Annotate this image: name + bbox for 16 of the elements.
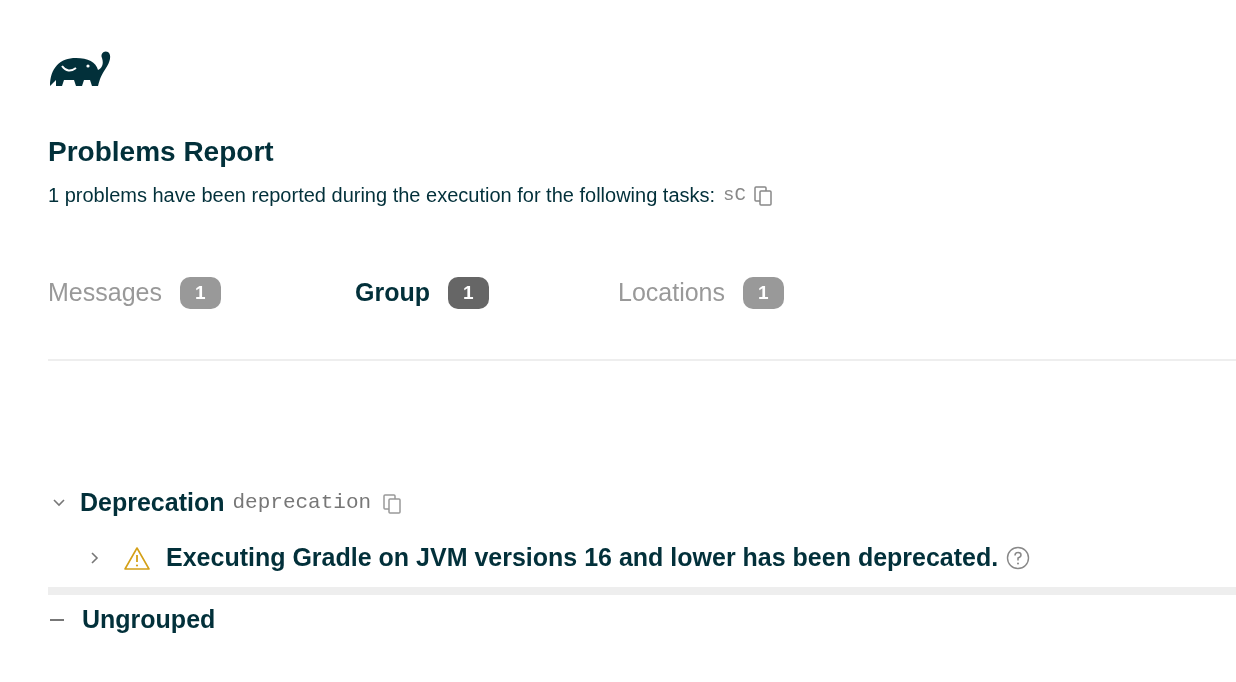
count-badge: 1 <box>448 277 489 309</box>
report-title: Problems Report <box>48 135 274 169</box>
problem-message[interactable]: Executing Gradle on JVM versions 16 and lower has been deprecated. <box>166 539 999 577</box>
help-icon[interactable] <box>1006 546 1031 570</box>
group-label[interactable]: Ungrouped <box>82 601 216 639</box>
summary-text: 1 problems have been reported during the execution for the following tasks: <box>48 183 716 208</box>
dash-icon <box>50 619 64 621</box>
warning-icon <box>124 545 150 571</box>
copy-icon[interactable] <box>383 492 402 514</box>
group-label[interactable]: Deprecation <box>80 484 225 522</box>
tab[interactable]: Group 1 <box>355 274 618 312</box>
task-name: sC <box>723 182 746 208</box>
count-badge: 1 <box>179 277 221 309</box>
copy-icon[interactable] <box>753 184 772 206</box>
count-badge: 1 <box>743 277 784 309</box>
group-id: deprecation <box>232 490 372 517</box>
